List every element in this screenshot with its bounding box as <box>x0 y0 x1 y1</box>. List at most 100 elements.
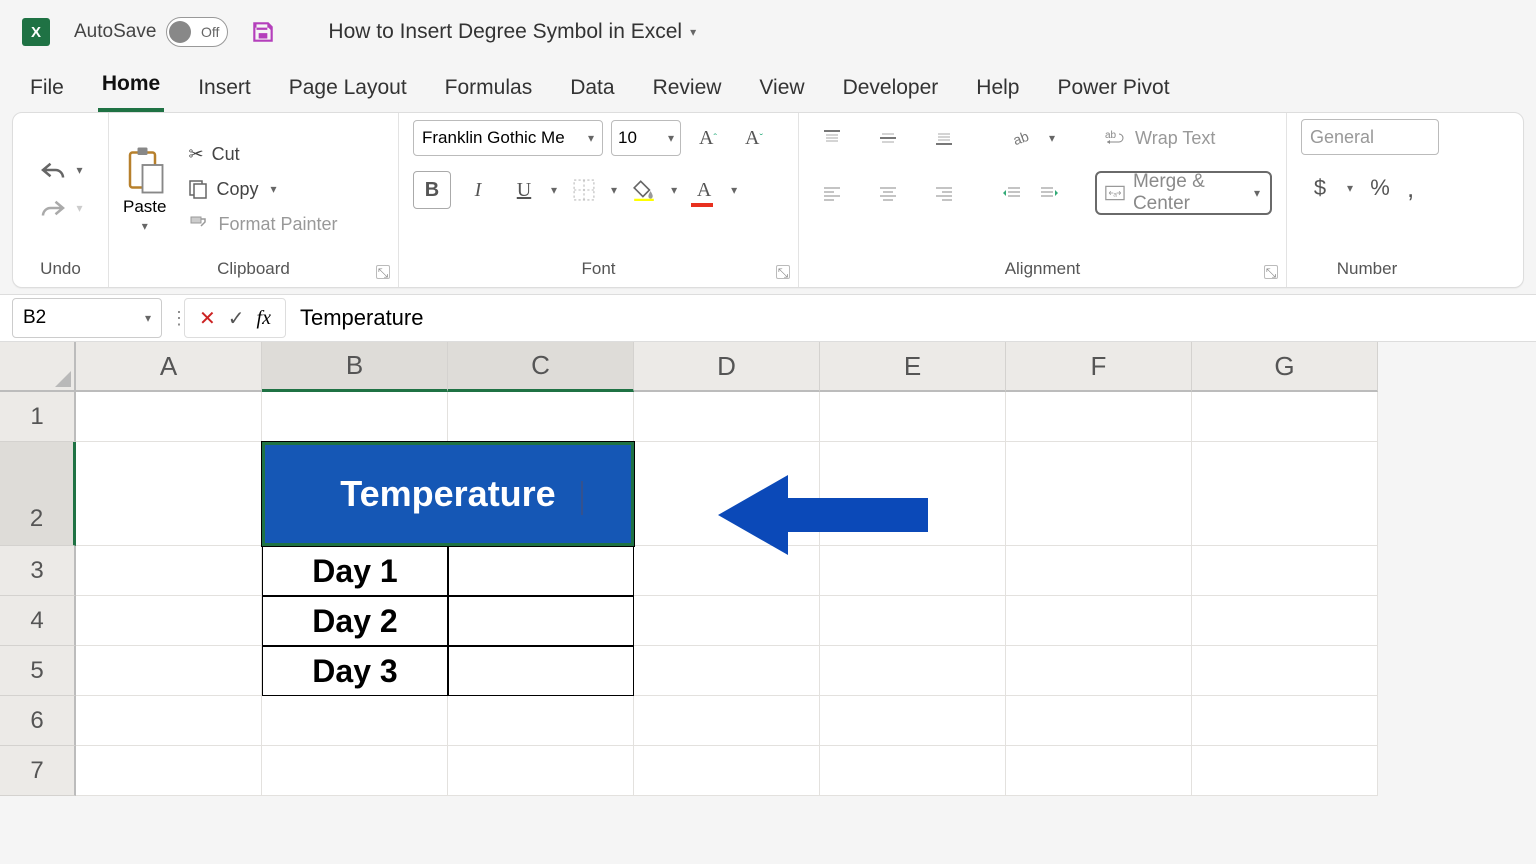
svg-text:a: a <box>1113 191 1117 198</box>
row-header-3[interactable]: 3 <box>0 546 76 596</box>
decrease-indent-icon[interactable] <box>997 174 1026 212</box>
increase-indent-icon[interactable] <box>1035 174 1064 212</box>
spreadsheet-grid: 1 2 3 4 5 6 7 A B C D E F G <box>0 342 1536 796</box>
autosave-control[interactable]: AutoSave Off <box>74 17 228 47</box>
undo-button[interactable]: ▾ <box>38 159 82 181</box>
text-cursor <box>581 481 583 515</box>
group-font: Franklin Gothic Me▾ 10▾ Aˆ Aˇ B I U ▾ ▾ … <box>399 113 799 287</box>
toggle-knob <box>169 21 191 43</box>
align-top-icon[interactable] <box>813 119 851 157</box>
cut-button[interactable]: ✂Cut <box>182 140 343 169</box>
group-alignment: ab▾ ab Wrap Text a <box>799 113 1287 287</box>
tab-formulas[interactable]: Formulas <box>441 68 537 112</box>
enter-icon[interactable]: ✓ <box>228 306 245 331</box>
row-header-5[interactable]: 5 <box>0 646 76 696</box>
tab-page-layout[interactable]: Page Layout <box>285 68 411 112</box>
autosave-label: AutoSave <box>74 21 156 43</box>
cell-c4[interactable] <box>448 596 634 646</box>
fx-icon[interactable]: fx <box>257 307 271 330</box>
group-label-undo: Undo <box>27 259 94 283</box>
row-header-2[interactable]: 2 <box>0 442 76 546</box>
font-launcher-icon[interactable]: ⤡ <box>776 265 790 279</box>
col-header-d[interactable]: D <box>634 342 820 392</box>
merge-center-button[interactable]: a Merge & Center ▾ <box>1095 171 1272 215</box>
align-bottom-icon[interactable] <box>925 119 963 157</box>
ribbon-tabs: File Home Insert Page Layout Formulas Da… <box>0 64 1536 112</box>
formula-bar: B2▾ ⋮ ✕ ✓ fx Temperature <box>0 294 1536 342</box>
row-header-4[interactable]: 4 <box>0 596 76 646</box>
clipboard-launcher-icon[interactable]: ⤡ <box>376 265 390 279</box>
copy-button[interactable]: Copy▾ <box>182 175 343 204</box>
increase-font-icon[interactable]: Aˆ <box>689 119 727 157</box>
tab-home[interactable]: Home <box>98 64 164 112</box>
row-header-1[interactable]: 1 <box>0 392 76 442</box>
font-name-select[interactable]: Franklin Gothic Me▾ <box>413 120 603 156</box>
align-center-icon[interactable] <box>869 174 907 212</box>
arrow-annotation <box>718 470 928 560</box>
tab-insert[interactable]: Insert <box>194 68 255 112</box>
alignment-launcher-icon[interactable]: ⤡ <box>1264 265 1278 279</box>
save-icon[interactable] <box>250 19 276 45</box>
align-middle-icon[interactable] <box>869 119 907 157</box>
tab-review[interactable]: Review <box>649 68 726 112</box>
align-right-icon[interactable] <box>925 174 963 212</box>
tab-power-pivot[interactable]: Power Pivot <box>1054 68 1174 112</box>
select-all-corner[interactable] <box>0 342 76 392</box>
align-left-icon[interactable] <box>813 174 851 212</box>
formula-input[interactable]: Temperature <box>286 305 1536 331</box>
col-header-f[interactable]: F <box>1006 342 1192 392</box>
comma-button[interactable]: , <box>1407 173 1414 204</box>
cell-b4[interactable]: Day 2 <box>262 596 448 646</box>
document-title[interactable]: How to Insert Degree Symbol in Excel ▾ <box>328 20 696 44</box>
ribbon: ▾ ▾ Undo Paste ▾ ✂Cut Copy▾ <box>12 112 1524 288</box>
currency-button[interactable]: $ <box>1301 169 1339 207</box>
cell-b5[interactable]: Day 3 <box>262 646 448 696</box>
row-header-7[interactable]: 7 <box>0 746 76 796</box>
tab-file[interactable]: File <box>26 68 68 112</box>
underline-button[interactable]: U <box>505 171 543 209</box>
italic-button[interactable]: I <box>459 171 497 209</box>
fill-color-button[interactable] <box>625 171 663 209</box>
svg-text:ab: ab <box>1011 128 1031 148</box>
wrap-text-button[interactable]: ab Wrap Text <box>1099 124 1221 153</box>
col-header-c[interactable]: C <box>448 342 634 392</box>
chevron-down-icon: ▾ <box>690 25 696 39</box>
cells-area[interactable]: Temperature Day 1 Day 2 Day 3 <box>76 392 1536 796</box>
orientation-icon[interactable]: ab <box>1003 119 1041 157</box>
font-color-button[interactable]: A <box>685 171 723 209</box>
cancel-icon[interactable]: ✕ <box>199 306 216 331</box>
tab-data[interactable]: Data <box>566 68 618 112</box>
bold-button[interactable]: B <box>413 171 451 209</box>
percent-button[interactable]: % <box>1361 169 1399 207</box>
autosave-state: Off <box>201 24 219 40</box>
tab-view[interactable]: View <box>755 68 808 112</box>
cell-c5[interactable] <box>448 646 634 696</box>
group-label-font: Font <box>413 259 784 283</box>
decrease-font-icon[interactable]: Aˇ <box>735 119 773 157</box>
redo-button[interactable]: ▾ <box>38 197 82 219</box>
col-header-g[interactable]: G <box>1192 342 1378 392</box>
col-header-b[interactable]: B <box>262 342 448 392</box>
font-size-select[interactable]: 10▾ <box>611 120 681 156</box>
name-box[interactable]: B2▾ <box>12 298 162 338</box>
number-format-select[interactable]: General <box>1301 119 1439 155</box>
autosave-toggle[interactable]: Off <box>166 17 228 47</box>
borders-button[interactable] <box>565 171 603 209</box>
group-label-clipboard: Clipboard <box>123 259 384 283</box>
paste-button[interactable]: Paste ▾ <box>123 145 166 233</box>
format-painter-button[interactable]: Format Painter <box>182 210 343 239</box>
formula-bar-icons: ✕ ✓ fx <box>184 298 286 338</box>
row-header-6[interactable]: 6 <box>0 696 76 746</box>
cell-b2-merged[interactable]: Temperature <box>262 442 634 546</box>
tab-developer[interactable]: Developer <box>839 68 943 112</box>
col-header-a[interactable]: A <box>76 342 262 392</box>
group-clipboard: Paste ▾ ✂Cut Copy▾ Format Painter Clipbo… <box>109 113 399 287</box>
cell-c3[interactable] <box>448 546 634 596</box>
title-bar: X AutoSave Off How to Insert Degree Symb… <box>0 0 1536 64</box>
group-label-alignment: Alignment <box>813 259 1272 283</box>
excel-app-icon: X <box>22 18 50 46</box>
underline-more-icon[interactable]: ▾ <box>551 183 557 197</box>
col-header-e[interactable]: E <box>820 342 1006 392</box>
cell-b3[interactable]: Day 1 <box>262 546 448 596</box>
tab-help[interactable]: Help <box>972 68 1023 112</box>
